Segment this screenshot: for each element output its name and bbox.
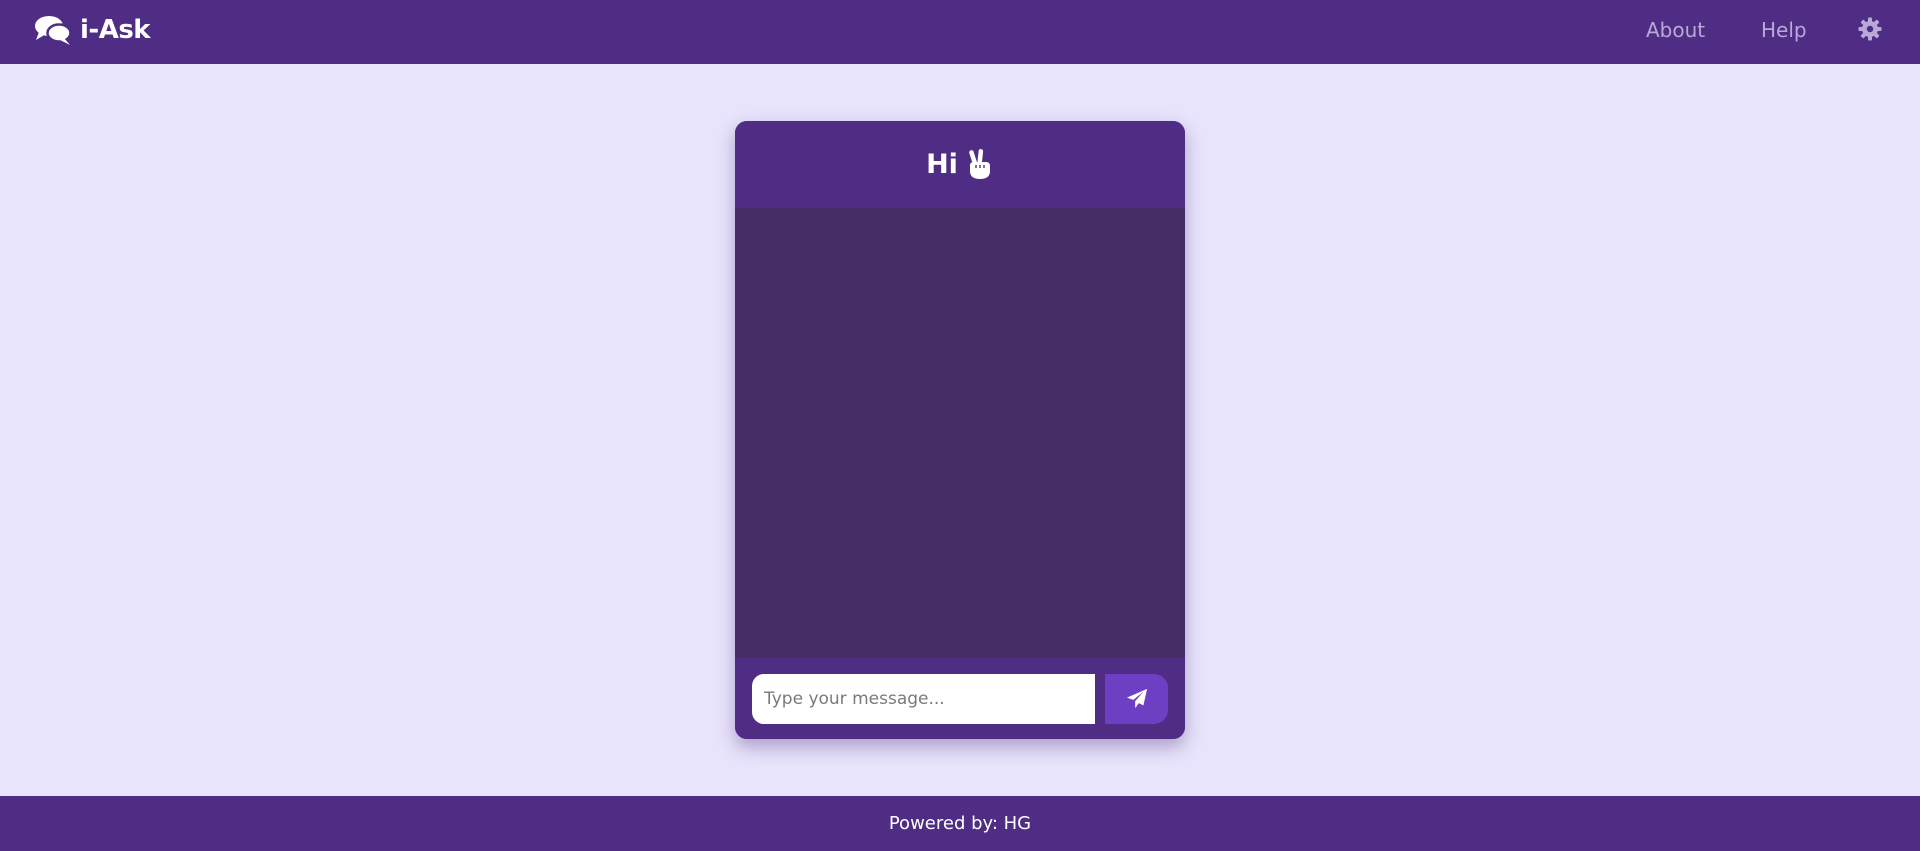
chat-title: Hi: [926, 149, 958, 180]
top-navbar: i-Ask About Help: [0, 0, 1920, 64]
chat-header: Hi: [735, 121, 1185, 208]
nav-link-about[interactable]: About: [1646, 18, 1705, 42]
send-button[interactable]: [1105, 674, 1168, 724]
site-footer: Powered by: HG: [0, 796, 1920, 851]
nav-link-help[interactable]: Help: [1761, 18, 1807, 42]
footer-text: Powered by: HG: [888, 813, 1032, 834]
chat-messages-area[interactable]: [735, 208, 1185, 658]
brand-logo[interactable]: i-Ask: [34, 0, 151, 60]
peace-hand-icon: [969, 148, 990, 179]
gear-icon[interactable]: [1858, 17, 1882, 41]
comments-icon: [35, 16, 72, 45]
chat-input-bar: [735, 658, 1185, 739]
chat-window: Hi: [735, 121, 1185, 739]
brand-name: i-Ask: [80, 15, 151, 45]
message-input[interactable]: [752, 674, 1095, 724]
paper-plane-icon: [1126, 688, 1147, 709]
